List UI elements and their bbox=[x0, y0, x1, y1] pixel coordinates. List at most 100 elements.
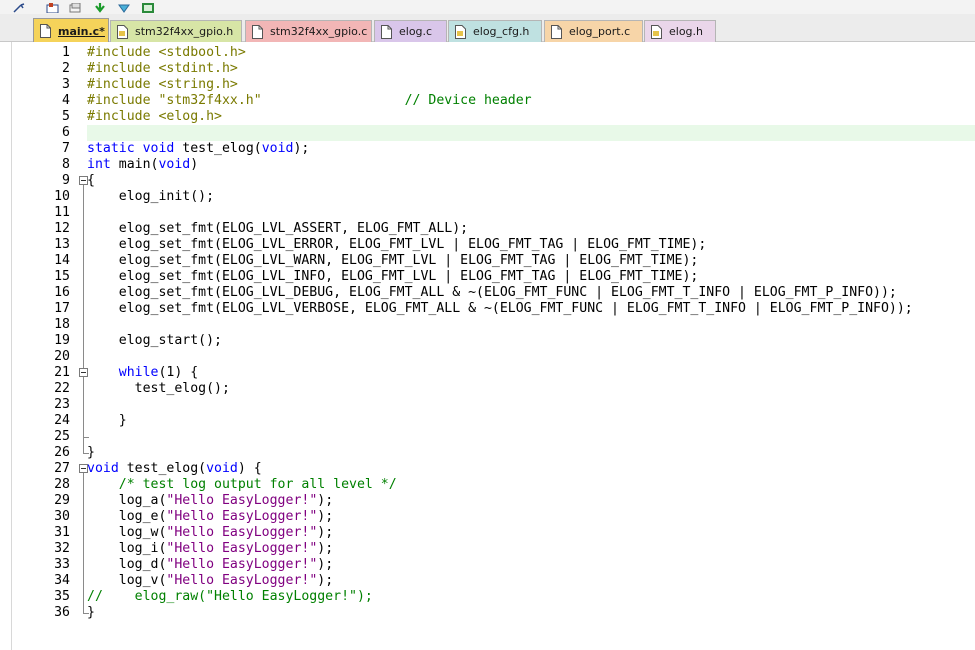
c-file-icon bbox=[40, 24, 51, 38]
code-line[interactable] bbox=[87, 125, 975, 141]
code-token: #include <stdbool.h> bbox=[87, 45, 246, 60]
line-number: 14 bbox=[54, 253, 70, 268]
code-line[interactable]: { bbox=[87, 173, 975, 189]
code-token: } bbox=[87, 413, 127, 428]
code-token: log_e( bbox=[87, 509, 167, 524]
line-number: 13 bbox=[54, 237, 70, 252]
layers-icon[interactable] bbox=[68, 0, 82, 13]
code-line[interactable]: // elog_raw("Hello EasyLogger!"); bbox=[87, 589, 975, 605]
code-token: ); bbox=[317, 557, 334, 572]
code-line[interactable]: elog_init(); bbox=[87, 189, 975, 205]
code-line[interactable]: } bbox=[87, 445, 975, 461]
editor-left-margin bbox=[0, 42, 12, 650]
code-token: while bbox=[118, 365, 159, 380]
code-line[interactable]: /* test log output for all level */ bbox=[87, 477, 975, 493]
line-number: 36 bbox=[54, 605, 70, 620]
line-number: 7 bbox=[62, 141, 70, 156]
code-line[interactable]: log_v("Hello EasyLogger!"); bbox=[87, 573, 975, 589]
code-token: ); bbox=[317, 509, 334, 524]
code-line[interactable]: #include <elog.h> bbox=[87, 109, 975, 125]
line-number: 35 bbox=[54, 589, 70, 604]
line-number: 24 bbox=[54, 413, 70, 428]
code-line[interactable]: log_e("Hello EasyLogger!"); bbox=[87, 509, 975, 525]
h-file-icon bbox=[117, 24, 128, 39]
tab-elog-c[interactable]: elog.c bbox=[374, 20, 447, 42]
code-token: elog_init(); bbox=[87, 189, 215, 204]
code-token: log_w( bbox=[87, 525, 167, 540]
tab-label: elog.h bbox=[669, 25, 704, 38]
code-line[interactable]: log_i("Hello EasyLogger!"); bbox=[87, 541, 975, 557]
code-line[interactable]: log_w("Hello EasyLogger!"); bbox=[87, 525, 975, 541]
code-token: elog_set_fmt(ELOG_LVL_ASSERT, ELOG_FMT_A… bbox=[87, 221, 469, 236]
code-line[interactable]: } bbox=[87, 605, 975, 621]
code-editor[interactable]: 1 2 3 4 5 6 7 8 9 10 11 12 13 14 15 16 17 18 19 20 21 22 23 24 2… bbox=[0, 42, 975, 650]
options-icon[interactable] bbox=[117, 0, 131, 13]
line-number: 31 bbox=[54, 525, 70, 540]
download-icon[interactable] bbox=[93, 0, 107, 13]
code-line[interactable]: elog_set_fmt(ELOG_LVL_DEBUG, ELOG_FMT_AL… bbox=[87, 285, 975, 301]
code-token: void bbox=[142, 141, 175, 156]
code-line[interactable] bbox=[87, 429, 975, 445]
tab-elog-port-c[interactable]: elog_port.c bbox=[544, 20, 643, 42]
code-token: "Hello EasyLogger!" bbox=[166, 573, 318, 588]
line-number: 11 bbox=[54, 205, 70, 220]
tab-label: stm32f4xx_gpio.c bbox=[270, 25, 368, 38]
code-line[interactable]: } bbox=[87, 413, 975, 429]
code-line[interactable]: test_elog(); bbox=[87, 381, 975, 397]
code-line[interactable]: void test_elog(void) { bbox=[87, 461, 975, 477]
code-line[interactable]: elog_set_fmt(ELOG_LVL_ERROR, ELOG_FMT_LV… bbox=[87, 237, 975, 253]
c-file-icon bbox=[381, 24, 392, 39]
code-token: ); bbox=[317, 541, 334, 556]
wand-icon[interactable] bbox=[12, 0, 26, 13]
code-token: #include <elog.h> bbox=[87, 109, 222, 124]
code-line[interactable]: elog_set_fmt(ELOG_LVL_WARN, ELOG_FMT_LVL… bbox=[87, 253, 975, 269]
line-number: 20 bbox=[54, 349, 70, 364]
tab-main-c[interactable]: main.c* bbox=[33, 18, 109, 43]
tab-elog-cfg-h[interactable]: elog_cfg.h bbox=[448, 20, 542, 42]
code-line[interactable] bbox=[87, 317, 975, 333]
code-line[interactable] bbox=[87, 349, 975, 365]
code-line[interactable]: #include <string.h> bbox=[87, 77, 975, 93]
code-token: void bbox=[87, 461, 119, 476]
tab-stm32f4xx-gpio-h[interactable]: stm32f4xx_gpio.h bbox=[110, 20, 242, 42]
line-number: 23 bbox=[54, 397, 70, 412]
tab-elog-h[interactable]: elog.h bbox=[644, 20, 716, 42]
editor-tab-bar: main.c* stm32f4xx_gpio.h stm32f4xx_gpio.c e… bbox=[0, 14, 975, 43]
line-number: 17 bbox=[54, 301, 70, 316]
code-line[interactable]: log_d("Hello EasyLogger!"); bbox=[87, 557, 975, 573]
code-line[interactable]: while(1) { bbox=[87, 365, 975, 381]
tab-label: stm32f4xx_gpio.h bbox=[135, 25, 234, 38]
code-line[interactable]: elog_start(); bbox=[87, 333, 975, 349]
code-line[interactable]: #include <stdbool.h> bbox=[87, 45, 975, 61]
code-line[interactable]: elog_set_fmt(ELOG_LVL_INFO, ELOG_FMT_LVL… bbox=[87, 269, 975, 285]
tab-stm32f4xx-gpio-c[interactable]: stm32f4xx_gpio.c bbox=[245, 20, 372, 42]
code-line[interactable]: elog_set_fmt(ELOG_LVL_ASSERT, ELOG_FMT_A… bbox=[87, 221, 975, 237]
code-line[interactable]: #include "stm32f4xx.h" // Device header bbox=[87, 93, 975, 109]
code-token: "Hello EasyLogger!" bbox=[166, 509, 318, 524]
code-line[interactable] bbox=[87, 205, 975, 221]
c-file-icon bbox=[252, 24, 263, 39]
line-number: 30 bbox=[54, 509, 70, 524]
code-token: } bbox=[87, 445, 95, 460]
code-token: elog_start(); bbox=[87, 333, 222, 348]
code-line[interactable]: static void test_elog(void); bbox=[87, 141, 975, 157]
code-token: // elog_raw("Hello EasyLogger!"); bbox=[87, 589, 373, 604]
h-file-icon bbox=[651, 24, 662, 39]
code-area[interactable]: #include <stdbool.h> #include <stdint.h> #… bbox=[87, 42, 975, 650]
code-token: "Hello EasyLogger!" bbox=[166, 493, 318, 508]
code-line[interactable]: #include <stdint.h> bbox=[87, 61, 975, 77]
line-number: 10 bbox=[54, 189, 70, 204]
code-token: #include <string.h> bbox=[87, 77, 238, 92]
line-number-gutter: 1 2 3 4 5 6 7 8 9 10 11 12 13 14 15 16 17 18 19 20 21 22 23 24 2… bbox=[12, 42, 89, 650]
code-token: } bbox=[87, 605, 95, 620]
code-token: test_elog( bbox=[174, 141, 262, 156]
manage-components-icon[interactable] bbox=[141, 0, 155, 13]
code-line[interactable]: log_a("Hello EasyLogger!"); bbox=[87, 493, 975, 509]
build-target-icon[interactable] bbox=[46, 0, 60, 14]
code-line[interactable]: elog_set_fmt(ELOG_LVL_VERBOSE, ELOG_FMT_… bbox=[87, 301, 975, 317]
code-line[interactable] bbox=[87, 397, 975, 413]
code-line[interactable]: int main(void) bbox=[87, 157, 975, 173]
code-token: log_d( bbox=[87, 557, 167, 572]
line-number: 15 bbox=[54, 269, 70, 284]
